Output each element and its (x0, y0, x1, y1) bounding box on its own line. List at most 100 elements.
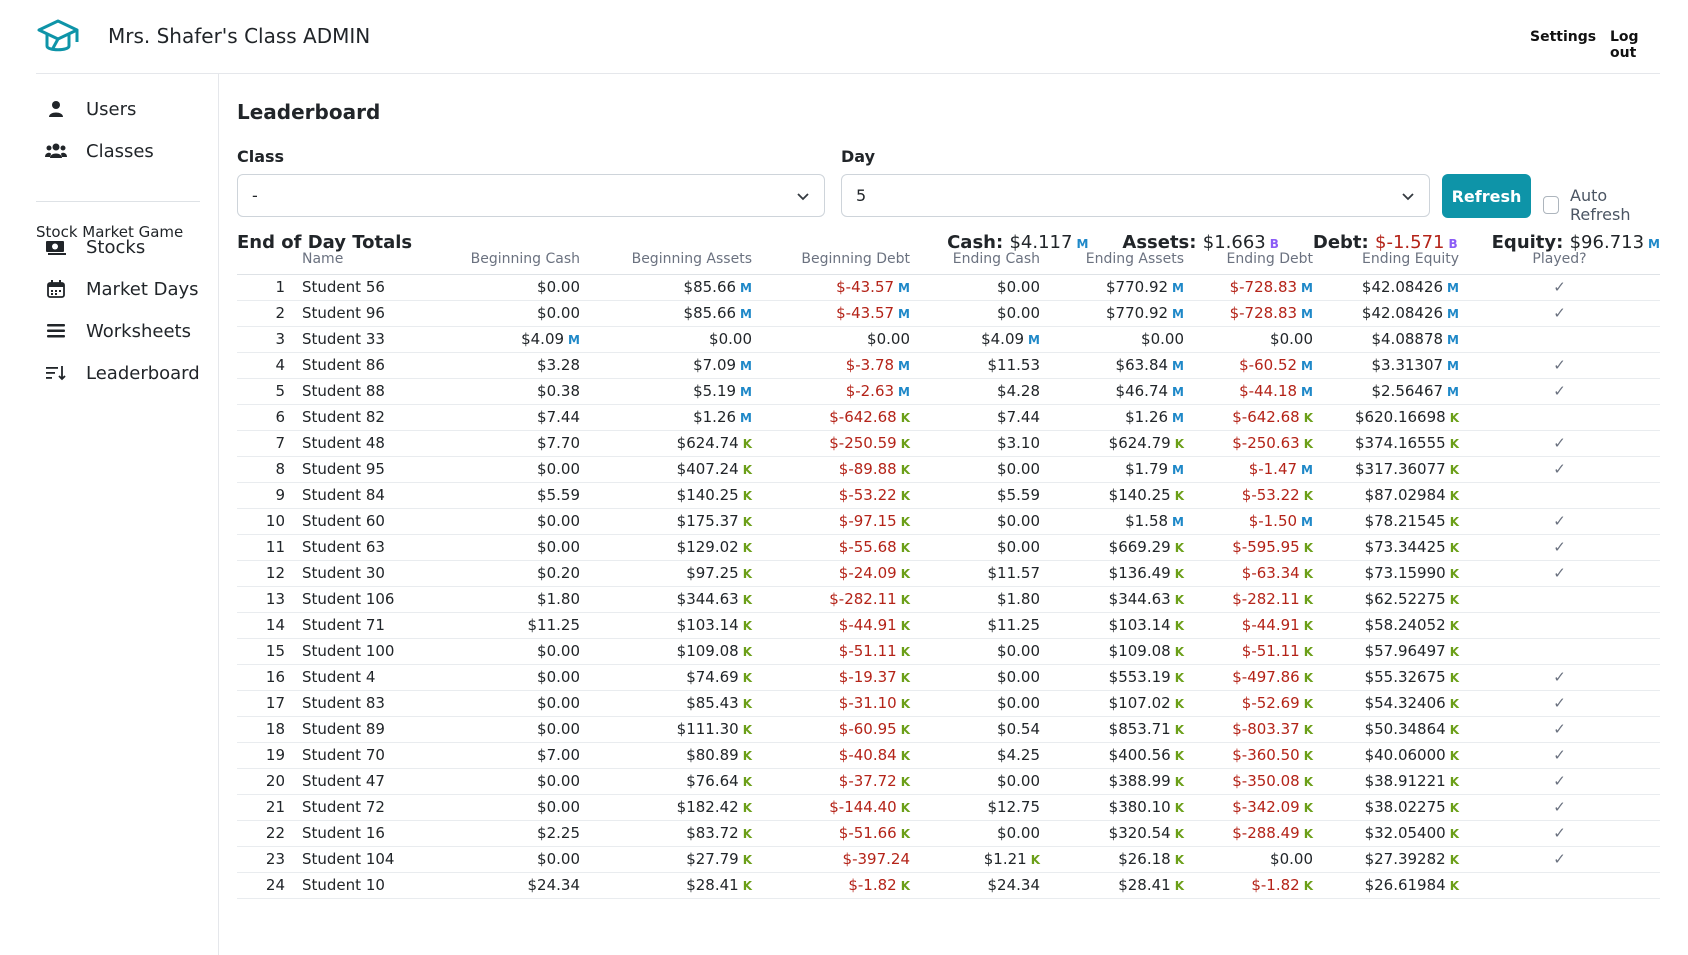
rank-cell: 9 (237, 482, 285, 509)
value: $11.25 (987, 616, 1041, 634)
checkmark-icon: ✓ (1553, 460, 1566, 478)
rank-cell: 6 (237, 404, 285, 431)
table-row[interactable]: 22 Student 16 $2.25 $83.72 K $-51.66 K $0.00 $32… (237, 820, 1660, 847)
table-row[interactable]: 5 Student 88 $0.38 $5.19 M $-2.63 M $4.28 $46.74… (237, 378, 1660, 405)
unit-suffix: K (1174, 697, 1184, 711)
table-row[interactable]: 13 Student 106 $1.80 $344.63 K $-282.11 K $1.80… (237, 586, 1660, 613)
sidebar-item-worksheets[interactable]: Worksheets (44, 317, 191, 345)
table-row[interactable]: 1 Student 56 $0.00 $85.66 M $-43.57 M $0.00 $770… (237, 274, 1660, 301)
column-header: Beginning Cash (420, 244, 580, 275)
value: $27.39282 (1364, 850, 1446, 868)
beginning-debt-cell: $-43.57 M (752, 274, 910, 301)
ending-equity-cell: $26.61984 K (1313, 872, 1459, 899)
ending-equity-cell: $73.34425 K (1313, 534, 1459, 561)
student-name-cell: Student 10 (285, 872, 420, 899)
table-row[interactable]: 21 Student 72 $0.00 $182.42 K $-144.40 K $12.75… (237, 794, 1660, 821)
beginning-cash-cell: $2.25 (420, 820, 580, 847)
ending-cash-cell: $12.75 (910, 794, 1040, 821)
ending-equity-cell: $27.39282 K (1313, 846, 1459, 873)
auto-refresh-checkbox[interactable] (1543, 196, 1560, 214)
value: $344.63 (1108, 590, 1171, 608)
unit-suffix: K (1449, 411, 1459, 425)
value: $0.54 (997, 720, 1040, 738)
ending-assets-cell: $0.00 (1040, 326, 1184, 353)
unit-suffix: K (1030, 853, 1040, 867)
unit-suffix: K (1303, 801, 1313, 815)
unit-suffix: M (1447, 359, 1459, 373)
value: $2.56467 (1371, 382, 1444, 400)
table-row[interactable]: 19 Student 70 $7.00 $80.89 K $-40.84 K $4.25 $40… (237, 742, 1660, 769)
checkmark-icon: ✓ (1553, 824, 1566, 842)
value: $-803.37 (1232, 720, 1300, 738)
unit-suffix: K (900, 879, 910, 893)
unit-suffix: K (1303, 723, 1313, 737)
value: $-1.47 (1248, 460, 1298, 478)
table-row[interactable]: 7 Student 48 $7.70 $624.74 K $-250.59 K $3.10 $6… (237, 430, 1660, 457)
day-select[interactable]: 5 (841, 174, 1430, 217)
beginning-assets-cell: $97.25 K (580, 560, 752, 587)
value: $26.18 (1118, 850, 1171, 868)
sidebar-item-stocks[interactable]: Stocks (44, 233, 145, 261)
table-row[interactable]: 9 Student 84 $5.59 $140.25 K $-53.22 K $5.59 $14… (237, 482, 1660, 509)
played-cell: ✓ (1459, 508, 1660, 535)
unit-suffix: K (1174, 775, 1184, 789)
value: $0.00 (537, 512, 580, 530)
ending-equity-cell: $54.32406 K (1313, 690, 1459, 717)
student-name-cell: Student 104 (285, 846, 420, 873)
table-row[interactable]: 15 Student 100 $0.00 $109.08 K $-51.11 K $0.00 $… (237, 638, 1660, 665)
table-row[interactable]: 8 Student 95 $0.00 $407.24 K $-89.88 K $0.00 $1.… (237, 456, 1660, 483)
table-row[interactable]: 12 Student 30 $0.20 $97.25 K $-24.09 K $11.57 $1… (237, 560, 1660, 587)
value: $-350.08 (1232, 772, 1300, 790)
table-row[interactable]: 16 Student 4 $0.00 $74.69 K $-19.37 K $0.00 $553… (237, 664, 1660, 691)
unit-suffix: K (1449, 853, 1459, 867)
played-cell: ✓ (1459, 742, 1660, 769)
beginning-assets-cell: $28.41 K (580, 872, 752, 899)
beginning-debt-cell: $-2.63 M (752, 378, 910, 405)
student-name-cell: Student 48 (285, 430, 420, 457)
table-row[interactable]: 24 Student 10 $24.34 $28.41 K $-1.82 K $24.34 $2… (237, 872, 1660, 899)
sidebar-item-classes[interactable]: Classes (44, 137, 154, 165)
auto-refresh-toggle[interactable]: Auto Refresh (1543, 186, 1660, 224)
beginning-cash-cell: $7.70 (420, 430, 580, 457)
graduation-cap-icon[interactable] (36, 18, 80, 58)
beginning-cash-cell: $0.00 (420, 300, 580, 327)
app-title[interactable]: Mrs. Shafer's Class ADMIN (108, 24, 370, 48)
refresh-button[interactable]: Refresh (1442, 174, 1531, 218)
table-row[interactable]: 18 Student 89 $0.00 $111.30 K $-60.95 K $0.54 $8… (237, 716, 1660, 743)
value: $0.00 (997, 772, 1040, 790)
table-row[interactable]: 2 Student 96 $0.00 $85.66 M $-43.57 M $0.00 $770… (237, 300, 1660, 327)
table-row[interactable]: 17 Student 83 $0.00 $85.43 K $-31.10 K $0.00 $10… (237, 690, 1660, 717)
table-row[interactable]: 20 Student 47 $0.00 $76.64 K $-37.72 K $0.00 $38… (237, 768, 1660, 795)
beginning-assets-cell: $74.69 K (580, 664, 752, 691)
table-row[interactable]: 11 Student 63 $0.00 $129.02 K $-55.68 K $0.00 $6… (237, 534, 1660, 561)
unit-suffix: K (742, 515, 752, 529)
unit-suffix: K (1303, 775, 1313, 789)
value: $97.25 (686, 564, 739, 582)
settings-link[interactable]: Settings (1530, 29, 1596, 45)
table-row[interactable]: 10 Student 60 $0.00 $175.37 K $-97.15 K $0.00 $1… (237, 508, 1660, 535)
sidebar-item-users[interactable]: Users (44, 95, 136, 123)
value: $320.54 (1108, 824, 1171, 842)
value: $-497.86 (1232, 668, 1300, 686)
table-row[interactable]: 14 Student 71 $11.25 $103.14 K $-44.91 K $11.25… (237, 612, 1660, 639)
ending-cash-cell: $0.00 (910, 768, 1040, 795)
played-cell: ✓ (1459, 820, 1660, 847)
logout-link[interactable]: Log out (1610, 29, 1660, 61)
class-select[interactable]: - (237, 174, 825, 217)
table-row[interactable]: 6 Student 82 $7.44 $1.26 M $-642.68 K $7.44 $1.2… (237, 404, 1660, 431)
value: $1.26 (1125, 408, 1169, 426)
value: $55.32675 (1364, 668, 1446, 686)
value: $-728.83 (1229, 304, 1298, 322)
table-row[interactable]: 3 Student 33 $4.09 M $0.00 $0.00 $4.09 M $0.00 $0… (237, 326, 1660, 353)
unit-suffix: M (740, 359, 752, 373)
unit-suffix: K (900, 827, 910, 841)
value: $0.00 (997, 304, 1040, 322)
table-row[interactable]: 23 Student 104 $0.00 $27.79 K $-397.24 $1.21 K $… (237, 846, 1660, 873)
unit-suffix: K (900, 749, 910, 763)
value: $3.28 (537, 356, 580, 374)
sidebar-item-market-days[interactable]: Market Days (44, 275, 199, 303)
unit-suffix: K (900, 541, 910, 555)
sidebar-item-leaderboard[interactable]: Leaderboard (44, 359, 200, 387)
table-row[interactable]: 4 Student 86 $3.28 $7.09 M $-3.78 M $11.53 $63.8… (237, 352, 1660, 379)
value: $-1.50 (1248, 512, 1298, 530)
